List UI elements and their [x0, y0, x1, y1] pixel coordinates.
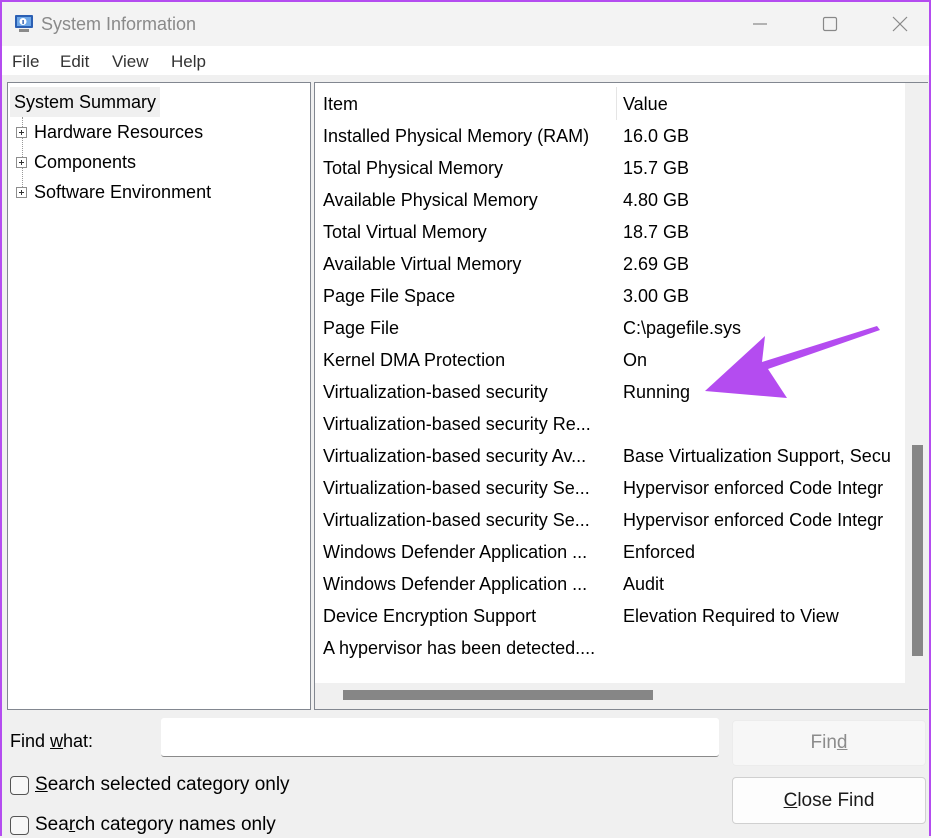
value-cell: 3.00 GB [623, 286, 690, 306]
menu-bar: File Edit View Help [2, 46, 929, 75]
tree-item-system-summary[interactable]: System Summary [10, 87, 161, 117]
window-title: System Information [41, 14, 197, 34]
table-row[interactable]: Installed Physical Memory (RAM) 16.0 GB [315, 120, 905, 152]
item-cell: Virtualization-based security Re... [323, 414, 591, 434]
value-cell: 4.80 GB [623, 190, 690, 210]
item-cell: Kernel DMA Protection [323, 350, 506, 370]
item-cell: Total Physical Memory [323, 158, 504, 178]
item-cell: Page File Space [323, 286, 456, 306]
value-cell: Audit [623, 574, 665, 594]
table-row[interactable]: Windows Defender Application ... Enforced [315, 536, 905, 568]
table-row[interactable]: Virtualization-based security Av... Base … [315, 440, 905, 472]
search-category-names-checkbox[interactable]: Search category names only [10, 814, 276, 836]
expand-icon[interactable] [16, 156, 27, 168]
checkbox-box[interactable] [10, 815, 29, 835]
table-row[interactable]: Total Virtual Memory 18.7 GB [315, 216, 905, 248]
table-row[interactable]: Kernel DMA Protection On [315, 344, 905, 376]
value-cell: 2.69 GB [623, 254, 690, 274]
list-header: Item Value [315, 88, 905, 120]
find-what-label: Find what: [10, 731, 94, 751]
close-find-button[interactable]: Close Find [732, 777, 926, 824]
tree-item-label: Software Environment [34, 182, 212, 202]
item-cell: Windows Defender Application ... [323, 542, 588, 562]
column-header-item[interactable]: Item [323, 88, 358, 120]
table-row[interactable]: Virtualization-based security Re... [315, 408, 905, 440]
table-row[interactable]: Windows Defender Application ... Audit [315, 568, 905, 600]
item-cell: Available Virtual Memory [323, 254, 522, 274]
close-icon [892, 16, 908, 32]
table-row[interactable]: Available Physical Memory 4.80 GB [315, 184, 905, 216]
column-header-value[interactable]: Value [623, 88, 668, 120]
search-selected-category-checkbox[interactable]: Search selected category only [10, 774, 290, 796]
item-cell: A hypervisor has been detected.... [323, 638, 596, 658]
table-row[interactable]: Page File Space 3.00 GB [315, 280, 905, 312]
maximize-icon [822, 16, 838, 32]
value-cell: Hypervisor enforced Code Integr [623, 478, 884, 498]
find-button[interactable]: Fin d [732, 720, 926, 766]
column-divider[interactable] [616, 87, 617, 120]
system-info-icon [15, 15, 33, 32]
tree-item-label: Hardware Resources [34, 122, 204, 142]
tree-item-software-environment[interactable]: Software Environment [16, 177, 211, 207]
horizontal-scrollbar-thumb[interactable] [343, 690, 653, 700]
value-cell: Running [623, 382, 691, 402]
table-row[interactable]: Virtualization-based security Se... Hyper… [315, 504, 905, 536]
menu-view[interactable]: View [112, 52, 149, 72]
find-what-input[interactable] [161, 718, 719, 757]
vertical-scrollbar-thumb[interactable] [912, 445, 923, 656]
value-cell: C:\pagefile.sys [623, 318, 742, 338]
item-cell: Virtualization-based security Se... [323, 510, 590, 530]
value-cell: Base Virtualization Support, Secu [623, 446, 891, 466]
title-bar: System Information [2, 2, 929, 46]
details-list-content: Item Value Installed Physical Memory (RA… [315, 83, 905, 683]
menu-file[interactable]: File [12, 52, 39, 72]
tree-item-components[interactable]: Components [16, 147, 136, 177]
item-cell: Virtualization-based security [323, 382, 548, 402]
item-cell: Virtualization-based security Av... [323, 446, 587, 466]
expand-icon[interactable] [16, 186, 27, 198]
table-row[interactable]: Virtualization-based security Se... Hyper… [315, 472, 905, 504]
item-cell: Page File [323, 318, 400, 338]
item-cell: Virtualization-based security Se... [323, 478, 590, 498]
menu-edit[interactable]: Edit [60, 52, 89, 72]
value-cell: 16.0 GB [623, 126, 690, 146]
value-cell: 18.7 GB [623, 222, 690, 242]
system-information-window: System Information File Edit View Help S… [0, 0, 931, 836]
details-list: Item Value Installed Physical Memory (RA… [314, 82, 928, 710]
checkbox-label: Search category names only [35, 814, 276, 835]
close-button[interactable] [865, 2, 929, 46]
table-row[interactable]: A hypervisor has been detected.... [315, 632, 905, 664]
tree-item-label: Components [34, 152, 137, 172]
table-row[interactable]: Available Virtual Memory 2.69 GB [315, 248, 905, 280]
checkbox-box[interactable] [10, 775, 29, 795]
table-row[interactable]: Page File C:\pagefile.sys [315, 312, 905, 344]
table-row[interactable]: Total Physical Memory 15.7 GB [315, 152, 905, 184]
table-row[interactable]: Device Encryption Support Elevation Requi… [315, 600, 905, 632]
maximize-button[interactable] [795, 2, 865, 46]
minimize-icon [753, 23, 767, 25]
value-cell: 15.7 GB [623, 158, 690, 178]
checkbox-label: Search selected category only [35, 774, 290, 795]
value-cell: On [623, 350, 648, 370]
item-cell: Windows Defender Application ... [323, 574, 588, 594]
category-tree[interactable]: System Summary Hardware Resources Compon… [7, 82, 311, 710]
item-cell: Installed Physical Memory (RAM) [323, 126, 590, 146]
value-cell: Hypervisor enforced Code Integr [623, 510, 884, 530]
tree-item-hardware-resources[interactable]: Hardware Resources [16, 117, 203, 147]
item-cell: Available Physical Memory [323, 190, 538, 210]
menu-help[interactable]: Help [171, 52, 206, 72]
item-cell: Device Encryption Support [323, 606, 537, 626]
value-cell: Enforced [623, 542, 696, 562]
expand-icon[interactable] [16, 126, 27, 138]
value-cell: Elevation Required to View [623, 606, 839, 626]
minimize-button[interactable] [725, 2, 795, 46]
item-cell: Total Virtual Memory [323, 222, 487, 242]
table-row[interactable]: Virtualization-based security Running [315, 376, 905, 408]
